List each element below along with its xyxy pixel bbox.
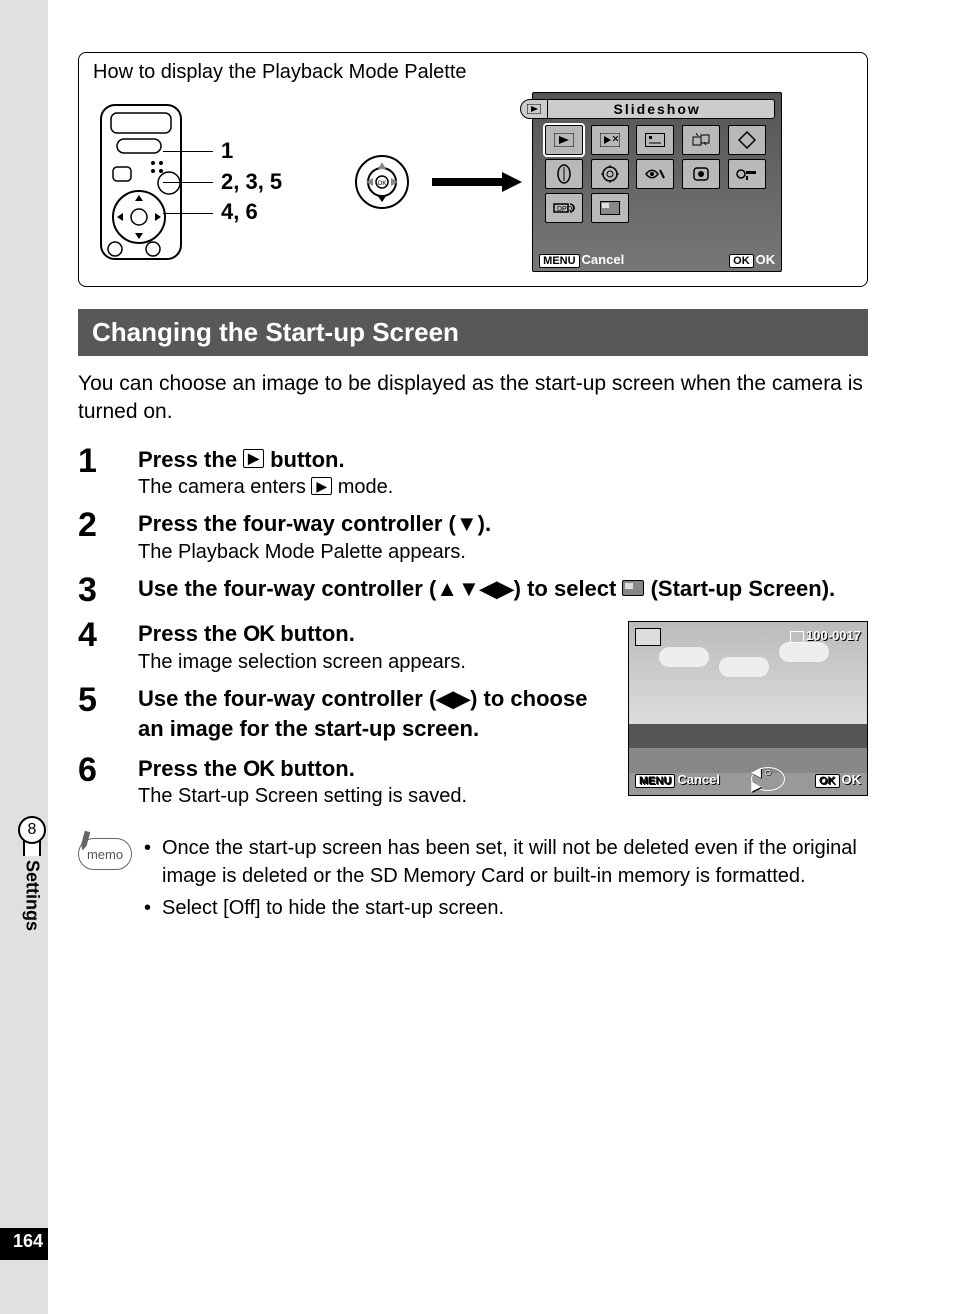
palette-icon xyxy=(682,125,720,155)
box-title: How to display the Playback Mode Palette xyxy=(93,61,853,84)
ok-button-text: OK xyxy=(243,756,274,781)
svg-text:DPOF: DPOF xyxy=(557,206,575,213)
lcd-palette-screen: Slideshow DPOF MENUCanc xyxy=(532,92,782,272)
palette-icon xyxy=(591,125,629,155)
step-main: Use the four-way controller (◀▶) to choo… xyxy=(138,684,616,743)
page-number: 164 xyxy=(8,1231,48,1252)
palette-icon-grid: DPOF xyxy=(539,125,775,223)
arrow-right-icon xyxy=(432,172,522,192)
four-way-controller-icon: OK xyxy=(352,152,412,212)
startup-screen-icon xyxy=(635,628,661,646)
palette-icon: DPOF xyxy=(545,193,583,223)
step-number: 2 xyxy=(78,507,138,564)
ok-button-label: OK xyxy=(729,254,754,268)
step-number: 6 xyxy=(78,752,138,809)
step-main: Use the four-way controller (▲▼◀▶) to se… xyxy=(138,574,868,604)
howto-box: How to display the Playback Mode Palette xyxy=(78,52,868,287)
step-number: 3 xyxy=(78,572,138,609)
intro-text: You can choose an image to be displayed … xyxy=(78,370,868,427)
chapter-number: 8 xyxy=(18,816,46,844)
memo-section: memo Once the start-up screen has been s… xyxy=(78,834,868,926)
menu-button-label: MENU xyxy=(539,254,579,268)
step-5: 5 Use the four-way controller (◀▶) to ch… xyxy=(78,682,616,743)
step-main: Press the ▶ button. xyxy=(138,445,868,475)
menu-button-label: MENU xyxy=(635,774,675,788)
step-sub: The image selection screen appears. xyxy=(138,651,616,674)
lcd-title-bar: Slideshow xyxy=(539,99,775,119)
step-4: 4 Press the OK button. The image selecti… xyxy=(78,617,616,674)
camera-step-callouts: 1 2, 3, 5 4, 6 xyxy=(221,136,282,228)
step-3: 3 Use the four-way controller (▲▼◀▶) to … xyxy=(78,572,868,609)
palette-icon xyxy=(728,159,766,189)
step-main: Press the four-way controller (▼). xyxy=(138,509,868,539)
file-number: 100-0017 xyxy=(790,628,861,643)
startup-screen-icon xyxy=(622,580,644,596)
playback-icon: ▶ xyxy=(243,449,264,468)
palette-icon xyxy=(682,159,720,189)
palette-icon xyxy=(728,125,766,155)
memo-item: Select [Off] to hide the start-up screen… xyxy=(144,894,868,922)
folder-icon xyxy=(790,631,804,643)
memo-item: Once the start-up screen has been set, i… xyxy=(144,834,868,890)
callout-2: 2, 3, 5 xyxy=(221,167,282,198)
step-main: Press the OK button. xyxy=(138,619,616,649)
palette-icon xyxy=(636,159,674,189)
ok-button-label: OK xyxy=(815,774,840,788)
section-header: Changing the Start-up Screen xyxy=(78,309,868,356)
palette-icon xyxy=(591,193,629,223)
step-sub: The Playback Mode Palette appears. xyxy=(138,541,868,564)
svg-text:OK: OK xyxy=(378,181,387,187)
step-6: 6 Press the OK button. The Start-up Scre… xyxy=(78,752,616,809)
palette-icon xyxy=(545,125,583,155)
palette-icon xyxy=(591,159,629,189)
playback-tab-icon xyxy=(520,99,548,119)
side-tab: 8 Settings xyxy=(18,816,46,931)
playback-icon: ▶ xyxy=(311,477,332,496)
callout-1: 1 xyxy=(221,136,282,167)
ok-text: OK xyxy=(756,252,776,267)
step-number: 1 xyxy=(78,443,138,500)
step-2: 2 Press the four-way controller (▼). The… xyxy=(78,507,868,564)
palette-icon xyxy=(636,125,674,155)
lcd-footer: MENUCancel OKOK xyxy=(539,252,775,267)
step-number: 4 xyxy=(78,617,138,674)
step-sub: The camera enters ▶ mode. xyxy=(138,476,868,499)
ok-text: OK xyxy=(842,772,862,787)
step-sub: The Start-up Screen setting is saved. xyxy=(138,785,616,808)
palette-icon xyxy=(545,159,583,189)
lcd-mode-title: Slideshow xyxy=(614,101,701,117)
memo-list: Once the start-up screen has been set, i… xyxy=(144,834,868,926)
cancel-label: Cancel xyxy=(582,252,625,267)
step-1: 1 Press the ▶ button. The camera enters … xyxy=(78,443,868,500)
four-way-controller-icon: ◀ ○ ▶ xyxy=(751,767,785,791)
page-content: How to display the Playback Mode Palette xyxy=(78,52,868,926)
step-main: Press the OK button. xyxy=(138,754,616,784)
ok-button-text: OK xyxy=(243,621,274,646)
memo-icon: memo xyxy=(78,838,132,876)
left-margin xyxy=(0,0,48,1314)
lcd-image-selection-screen: 100-0017 MENUCancel ◀ ○ ▶ OKOK xyxy=(628,621,868,796)
callout-3: 4, 6 xyxy=(221,197,282,228)
cancel-label: Cancel xyxy=(677,772,720,787)
chapter-label: Settings xyxy=(22,860,43,931)
step-number: 5 xyxy=(78,682,138,743)
